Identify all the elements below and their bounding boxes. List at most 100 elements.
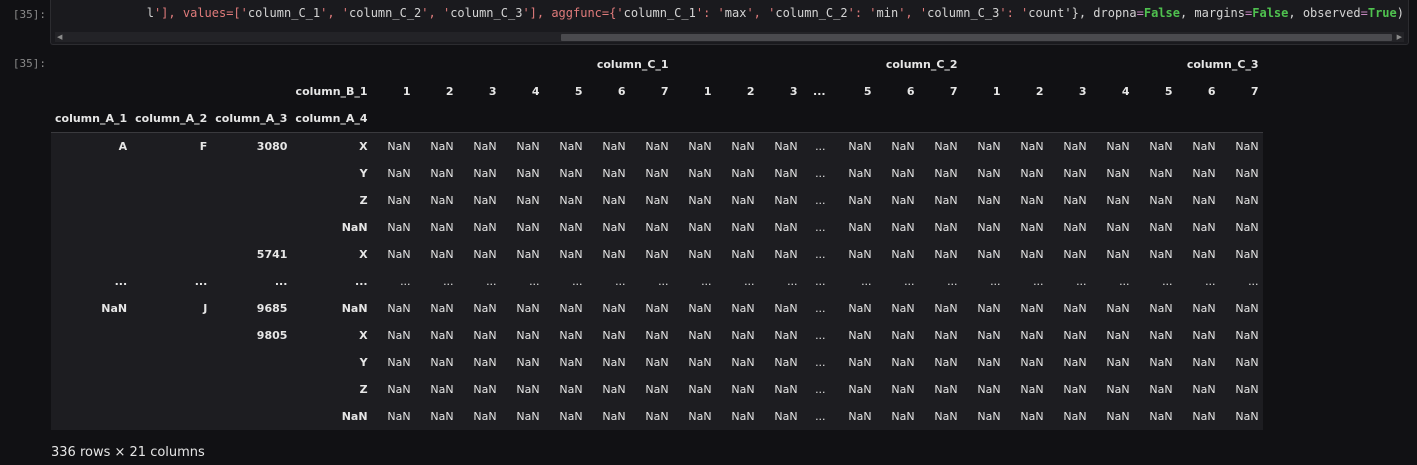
row-index-label: 3080 [256, 140, 288, 153]
table-cell: NaN [559, 410, 583, 423]
table-cell: ... [615, 275, 626, 288]
row-index-label [51, 160, 131, 187]
table-cell: ... [904, 275, 915, 288]
header-spacer [918, 105, 962, 133]
table-cell: NaN [891, 140, 915, 153]
table-cell: NaN [1020, 302, 1044, 315]
table-cell: NaN [430, 383, 454, 396]
horizontal-scrollbar[interactable]: ◀ ▶ [55, 32, 1404, 42]
table-cell: ... [787, 275, 798, 288]
row-index-label: F [199, 140, 208, 153]
table-cell: NaN [1063, 194, 1087, 207]
column-header: 2 [746, 85, 755, 98]
table-cell: ... [486, 275, 497, 288]
table-cell: NaN [891, 248, 915, 261]
table-cell: NaN [1149, 329, 1173, 342]
table-cell: NaN [473, 194, 497, 207]
output-area: column_C_1 column_C_2 column_C_3 column_B_1… [51, 51, 1263, 430]
table-cell: NaN [645, 194, 669, 207]
table-cell: NaN [1235, 329, 1259, 342]
table-cell: NaN [1192, 167, 1216, 180]
table-cell: NaN [731, 140, 755, 153]
row-index-label: A [118, 140, 128, 153]
row-index-label: ... [355, 275, 368, 288]
table-cell: NaN [1149, 383, 1173, 396]
table-cell: NaN [1235, 167, 1259, 180]
table-cell: NaN [934, 194, 958, 207]
table-cell: NaN [774, 383, 798, 396]
row-index-label: ... [274, 275, 288, 288]
table-cell: NaN [891, 329, 915, 342]
table-cell: ... [572, 275, 583, 288]
table-cell: NaN [1020, 383, 1044, 396]
table-row: Z NaN NaN NaN NaN NaN NaN NaN NaN NaN NaN... NaN NaN… [51, 376, 1263, 403]
table-cell: NaN [731, 356, 755, 369]
input-prompt: [35]: [12, 8, 46, 21]
table-cell: NaN [559, 383, 583, 396]
column-header: 7 [1250, 85, 1259, 98]
table-cell: NaN [516, 167, 540, 180]
table-cell: NaN [731, 167, 755, 180]
header-spacer [543, 105, 587, 133]
column-header: 1 [992, 85, 1001, 98]
table-cell: NaN [848, 140, 872, 153]
table-cell: NaN [774, 302, 798, 315]
table-cell: NaN [1063, 410, 1087, 423]
table-cell: NaN [430, 248, 454, 261]
table-row: NaN NaN NaN NaN NaN NaN NaN NaN NaN NaN NaN... NaN N… [51, 214, 1263, 241]
header-spacer [457, 105, 501, 133]
table-cell: NaN [1149, 194, 1173, 207]
table-cell: NaN [430, 329, 454, 342]
table-cell: ... [1162, 275, 1173, 288]
table-cell: NaN [1020, 248, 1044, 261]
table-cell: ... [815, 275, 826, 288]
table-cell: NaN [602, 383, 626, 396]
code-editor[interactable]: l'], values=['column_C_1', 'column_C_2',… [50, 0, 1409, 45]
table-cell: ... [815, 410, 826, 423]
table-cell: NaN [1106, 167, 1130, 180]
table-cell: NaN [1020, 356, 1044, 369]
table-cell: NaN [774, 221, 798, 234]
code-line[interactable]: l'], values=['column_C_1', 'column_C_2',… [147, 6, 1404, 20]
row-index-label: NaN [101, 302, 128, 315]
table-cell: NaN [1063, 167, 1087, 180]
table-cell: NaN [1192, 248, 1216, 261]
table-cell: ... [815, 383, 826, 396]
table-cell: NaN [688, 329, 712, 342]
row-index-label [211, 403, 291, 430]
table-cell: NaN [774, 356, 798, 369]
column-header: 6 [617, 85, 626, 98]
scroll-right-arrow-icon[interactable]: ▶ [1397, 32, 1402, 42]
header-row-columns: column_B_1 1 2 3 4 5 6 7 1 2 3... 5 6 7 1 2 3 4 5 6 7 [51, 78, 1263, 105]
table-cell: NaN [1149, 140, 1173, 153]
header-spacer [1176, 105, 1220, 133]
table-cell: NaN [1149, 221, 1173, 234]
header-row-index-names: column_A_1 column_A_2 column_A_3 column_A_4 [51, 105, 1263, 133]
row-index-label [131, 187, 211, 214]
table-cell: NaN [891, 194, 915, 207]
header-spacer [1047, 105, 1091, 133]
table-cell: NaN [774, 410, 798, 423]
table-cell: NaN [1192, 383, 1216, 396]
table-cell: NaN [559, 356, 583, 369]
table-cell: NaN [387, 140, 411, 153]
row-index-label [51, 322, 131, 349]
row-index-label [131, 376, 211, 403]
scrollbar-thumb[interactable] [561, 34, 1392, 41]
table-cell: NaN [848, 194, 872, 207]
table-cell: NaN [1106, 248, 1130, 261]
scroll-left-arrow-icon[interactable]: ◀ [57, 32, 62, 42]
header-spacer [1219, 105, 1263, 133]
table-cell: ... [1076, 275, 1087, 288]
table-cell: NaN [387, 356, 411, 369]
row-index-label [51, 214, 131, 241]
table-cell: NaN [559, 248, 583, 261]
table-cell: NaN [848, 329, 872, 342]
table-cell: NaN [731, 221, 755, 234]
dataframe-table: column_C_1 column_C_2 column_C_3 column_B_1… [51, 51, 1263, 430]
table-cell: NaN [1235, 383, 1259, 396]
table-row: A F 3080 X NaN NaN NaN NaN NaN NaN NaN NaN NaN NaN...… [51, 133, 1263, 161]
table-cell: NaN [774, 329, 798, 342]
table-cell: NaN [602, 248, 626, 261]
table-cell: NaN [977, 356, 1001, 369]
